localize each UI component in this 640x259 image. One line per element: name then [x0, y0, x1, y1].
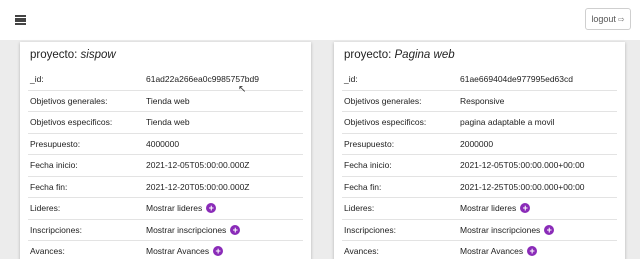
field-label: Inscripciones: [30, 224, 82, 235]
field-value: Tienda web [146, 117, 190, 128]
show-avances-label: Mostrar Avances [460, 246, 524, 257]
logout-label: logout [591, 14, 616, 24]
field-label: _id: [30, 74, 44, 85]
field-row-objetivos-especificos: Objetivos especificos: pagina adaptable … [342, 112, 617, 134]
show-avances-button[interactable]: Mostrar Avances + [460, 246, 617, 257]
field-row-id: _id: 61ae669404de977995ed63cd [342, 69, 617, 91]
project-list: proyecto: sispow _id: 61ad22a266ea0c9985… [0, 40, 640, 259]
field-row-avances: Avances: Mostrar Avances + [342, 241, 617, 259]
field-value: 2000000 [460, 138, 494, 149]
project-title: proyecto: Pagina web [342, 42, 617, 69]
plus-icon[interactable]: + [206, 203, 217, 214]
field-row-id: _id: 61ad22a266ea0c9985757bd9 [28, 69, 303, 91]
field-label: Objetivos generales: [30, 95, 108, 106]
menu-icon[interactable] [15, 15, 26, 25]
field-value: 4000000 [146, 138, 180, 149]
field-row-lideres: Lideres: Mostrar lideres + [342, 198, 617, 220]
field-label: Presupuesto: [30, 138, 81, 149]
field-row-fecha-fin: Fecha fin: 2021-12-20T05:00:00.000Z [28, 177, 303, 198]
field-value: 61ad22a266ea0c9985757bd9 [146, 74, 259, 85]
show-inscripciones-label: Mostrar inscripciones [460, 224, 541, 235]
field-value: Responsive [460, 95, 505, 106]
show-avances-button[interactable]: Mostrar Avances + [146, 246, 303, 257]
field-row-fecha-inicio: Fecha inicio: 2021-12-05T05:00:00.000+00… [342, 155, 617, 177]
project-card: proyecto: sispow _id: 61ad22a266ea0c9985… [20, 42, 311, 259]
plus-icon[interactable]: + [520, 203, 531, 214]
plus-icon[interactable]: + [527, 246, 538, 257]
plus-icon[interactable]: + [544, 224, 555, 235]
project-title-prefix: proyecto: [344, 49, 392, 61]
show-lideres-label: Mostrar lideres [146, 203, 203, 214]
plus-icon[interactable]: + [230, 224, 241, 235]
project-title: proyecto: sispow [28, 42, 303, 69]
field-value: 2021-12-20T05:00:00.000Z [146, 181, 250, 192]
field-row-fecha-fin: Fecha fin: 2021-12-25T05:00:00.000+00:00 [342, 177, 617, 198]
field-label: Presupuesto: [344, 138, 395, 149]
field-row-presupuesto: Presupuesto: 2000000 [342, 134, 617, 155]
top-bar: logout ⇨ [0, 0, 640, 40]
field-label: Avances: [30, 246, 65, 257]
mouse-cursor-icon: ↖ [238, 84, 247, 95]
logout-icon: ⇨ [617, 14, 625, 24]
project-name: sispow [80, 49, 116, 61]
field-label: Lideres: [344, 203, 375, 214]
field-label: Inscripciones: [344, 224, 396, 235]
field-row-objetivos-generales: Objetivos generales: Responsive [342, 91, 617, 112]
field-label: Lideres: [30, 203, 61, 214]
project-name: Pagina web [394, 49, 455, 61]
show-lideres-button[interactable]: Mostrar lideres + [460, 203, 617, 214]
show-avances-label: Mostrar Avances [146, 246, 210, 257]
show-lideres-label: Mostrar lideres [460, 203, 517, 214]
field-label: Avances: [344, 246, 379, 257]
show-lideres-button[interactable]: Mostrar lideres + [146, 203, 303, 214]
logout-button[interactable]: logout ⇨ [585, 8, 631, 30]
field-value: 2021-12-05T05:00:00.000+00:00 [460, 160, 585, 171]
field-value: 2021-12-05T05:00:00.000Z [146, 160, 250, 171]
field-row-lideres: Lideres: Mostrar lideres + [28, 198, 303, 220]
field-row-objetivos-generales: Objetivos generales: Tienda web [28, 91, 303, 112]
project-title-prefix: proyecto: [30, 49, 78, 61]
field-label: Fecha fin: [344, 181, 382, 192]
show-inscripciones-button[interactable]: Mostrar inscripciones + [146, 224, 303, 235]
plus-icon[interactable]: + [213, 246, 224, 257]
field-label: Fecha fin: [30, 181, 68, 192]
field-value: Tienda web [146, 95, 190, 106]
field-value: 61ae669404de977995ed63cd [460, 74, 573, 85]
field-label: Objetivos especificos: [30, 117, 113, 128]
field-row-avances: Avances: Mostrar Avances + [28, 241, 303, 259]
field-label: Objetivos generales: [344, 95, 422, 106]
field-row-objetivos-especificos: Objetivos especificos: Tienda web [28, 112, 303, 134]
field-row-presupuesto: Presupuesto: 4000000 [28, 134, 303, 155]
field-value: 2021-12-25T05:00:00.000+00:00 [460, 181, 585, 192]
field-label: Objetivos especificos: [344, 117, 427, 128]
field-row-fecha-inicio: Fecha inicio: 2021-12-05T05:00:00.000Z [28, 155, 303, 177]
field-value: pagina adaptable a movil [460, 117, 555, 128]
show-inscripciones-label: Mostrar inscripciones [146, 224, 227, 235]
field-row-inscripciones: Inscripciones: Mostrar inscripciones + [342, 220, 617, 241]
field-label: Fecha inicio: [344, 160, 392, 171]
project-card: proyecto: Pagina web _id: 61ae669404de97… [334, 42, 625, 259]
field-label: Fecha inicio: [30, 160, 78, 171]
field-row-inscripciones: Inscripciones: Mostrar inscripciones + [28, 220, 303, 241]
field-label: _id: [344, 74, 358, 85]
show-inscripciones-button[interactable]: Mostrar inscripciones + [460, 224, 617, 235]
